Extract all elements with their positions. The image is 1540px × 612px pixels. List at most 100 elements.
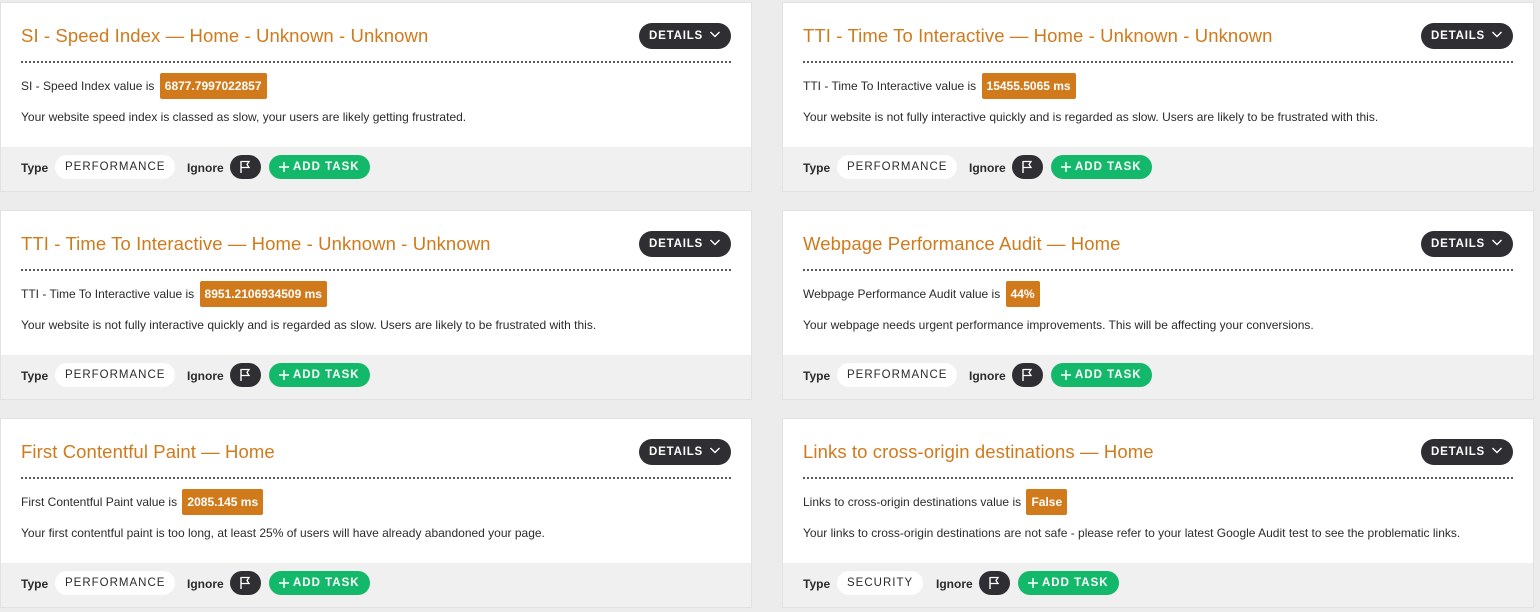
flag-icon xyxy=(1022,368,1033,381)
chevron-down-icon xyxy=(1492,447,1502,454)
card-footer: Type PERFORMANCE Ignore ADD TASK xyxy=(1,355,751,399)
value-line: SI - Speed Index value is 6877.799702285… xyxy=(21,73,267,99)
issue-description: Your links to cross-origin destinations … xyxy=(803,526,1461,540)
issue-card: TTI - Time To Interactive — Home - Unkno… xyxy=(782,2,1534,192)
card-body: First Contentful Paint — Home DETAILS Fi… xyxy=(1,419,751,565)
details-label: DETAILS xyxy=(649,446,703,458)
details-label: DETAILS xyxy=(649,238,703,250)
card-footer: Type PERFORMANCE Ignore ADD TASK xyxy=(1,147,751,191)
type-badge: PERFORMANCE xyxy=(55,571,176,595)
ignore-button[interactable] xyxy=(230,571,261,595)
add-task-button[interactable]: ADD TASK xyxy=(269,155,370,179)
add-task-button[interactable]: ADD TASK xyxy=(1051,363,1152,387)
type-label: Type xyxy=(21,161,49,175)
card-body: Webpage Performance Audit — Home DETAILS… xyxy=(783,211,1533,357)
card-body: TTI - Time To Interactive — Home - Unkno… xyxy=(783,3,1533,149)
plus-icon xyxy=(1028,578,1038,588)
chevron-down-icon xyxy=(710,239,720,246)
issue-description: Your first contentful paint is too long,… xyxy=(21,526,545,540)
details-button[interactable]: DETAILS xyxy=(639,23,731,49)
value-line: Webpage Performance Audit value is 44% xyxy=(803,281,1040,307)
plus-icon xyxy=(1061,162,1071,172)
title-divider xyxy=(803,269,1513,271)
issue-card: Links to cross-origin destinations — Hom… xyxy=(782,418,1534,608)
title-divider xyxy=(803,477,1513,479)
issue-description: Your website is not fully interactive qu… xyxy=(21,318,597,332)
issue-card: Webpage Performance Audit — Home DETAILS… xyxy=(782,210,1534,400)
details-button[interactable]: DETAILS xyxy=(639,231,731,257)
title-divider xyxy=(803,61,1513,63)
add-task-button[interactable]: ADD TASK xyxy=(1018,571,1119,595)
value-badge: 44% xyxy=(1005,281,1040,307)
add-task-label: ADD TASK xyxy=(293,577,360,589)
title-divider xyxy=(21,61,731,63)
value-line: TTI - Time To Interactive value is 8951.… xyxy=(21,281,327,307)
type-label: Type xyxy=(21,369,49,383)
ignore-label: Ignore xyxy=(969,369,1006,383)
card-title: TTI - Time To Interactive — Home - Unkno… xyxy=(803,25,1273,46)
details-label: DETAILS xyxy=(1431,238,1485,250)
plus-icon xyxy=(1061,370,1071,380)
type-label: Type xyxy=(803,161,831,175)
details-button[interactable]: DETAILS xyxy=(639,439,731,465)
value-badge: 15455.5065 ms xyxy=(981,73,1076,99)
value-badge: False xyxy=(1026,489,1068,515)
value-label: Webpage Performance Audit value is xyxy=(803,287,1001,301)
plus-icon xyxy=(279,162,289,172)
title-divider xyxy=(21,269,731,271)
type-label: Type xyxy=(803,577,831,591)
ignore-label: Ignore xyxy=(969,161,1006,175)
plus-icon xyxy=(279,370,289,380)
value-line: TTI - Time To Interactive value is 15455… xyxy=(803,73,1076,99)
ignore-button[interactable] xyxy=(979,571,1010,595)
issue-description: Your webpage needs urgent performance im… xyxy=(803,318,1314,332)
card-title: Links to cross-origin destinations — Hom… xyxy=(803,441,1154,462)
type-label: Type xyxy=(21,577,49,591)
card-footer: Type PERFORMANCE Ignore ADD TASK xyxy=(1,563,751,607)
add-task-label: ADD TASK xyxy=(293,161,360,173)
add-task-label: ADD TASK xyxy=(1075,369,1142,381)
title-divider xyxy=(21,477,731,479)
card-title: SI - Speed Index — Home - Unknown - Unkn… xyxy=(21,25,429,46)
chevron-down-icon xyxy=(1492,31,1502,38)
add-task-button[interactable]: ADD TASK xyxy=(269,363,370,387)
details-label: DETAILS xyxy=(649,30,703,42)
card-title: TTI - Time To Interactive — Home - Unkno… xyxy=(21,233,491,254)
value-line: First Contentful Paint value is 2085.145… xyxy=(21,489,264,515)
card-footer: Type PERFORMANCE Ignore ADD TASK xyxy=(783,147,1533,191)
type-badge: SECURITY xyxy=(837,571,924,595)
value-line: Links to cross-origin destinations value… xyxy=(803,489,1068,515)
ignore-label: Ignore xyxy=(187,161,224,175)
chevron-down-icon xyxy=(710,447,720,454)
details-button[interactable]: DETAILS xyxy=(1421,23,1513,49)
value-badge: 2085.145 ms xyxy=(182,489,264,515)
ignore-button[interactable] xyxy=(230,363,261,387)
ignore-button[interactable] xyxy=(1012,363,1043,387)
add-task-label: ADD TASK xyxy=(293,369,360,381)
add-task-button[interactable]: ADD TASK xyxy=(269,571,370,595)
type-badge: PERFORMANCE xyxy=(837,155,958,179)
flag-icon xyxy=(1022,160,1033,173)
ignore-button[interactable] xyxy=(1012,155,1043,179)
card-footer: Type SECURITY Ignore ADD TASK xyxy=(783,563,1533,607)
type-badge: PERFORMANCE xyxy=(55,155,176,179)
issue-description: Your website speed index is classed as s… xyxy=(21,110,467,124)
details-label: DETAILS xyxy=(1431,446,1485,458)
value-badge: 6877.7997022857 xyxy=(159,73,267,99)
details-button[interactable]: DETAILS xyxy=(1421,439,1513,465)
value-badge: 8951.2106934509 ms xyxy=(199,281,327,307)
ignore-button[interactable] xyxy=(230,155,261,179)
card-title: Webpage Performance Audit — Home xyxy=(803,233,1121,254)
add-task-button[interactable]: ADD TASK xyxy=(1051,155,1152,179)
type-label: Type xyxy=(803,369,831,383)
chevron-down-icon xyxy=(1492,239,1502,246)
issue-card: First Contentful Paint — Home DETAILS Fi… xyxy=(0,418,752,608)
card-footer: Type PERFORMANCE Ignore ADD TASK xyxy=(783,355,1533,399)
details-label: DETAILS xyxy=(1431,30,1485,42)
type-badge: PERFORMANCE xyxy=(837,363,958,387)
flag-icon xyxy=(240,160,251,173)
card-body: SI - Speed Index — Home - Unknown - Unkn… xyxy=(1,3,751,149)
plus-icon xyxy=(279,578,289,588)
ignore-label: Ignore xyxy=(187,577,224,591)
details-button[interactable]: DETAILS xyxy=(1421,231,1513,257)
